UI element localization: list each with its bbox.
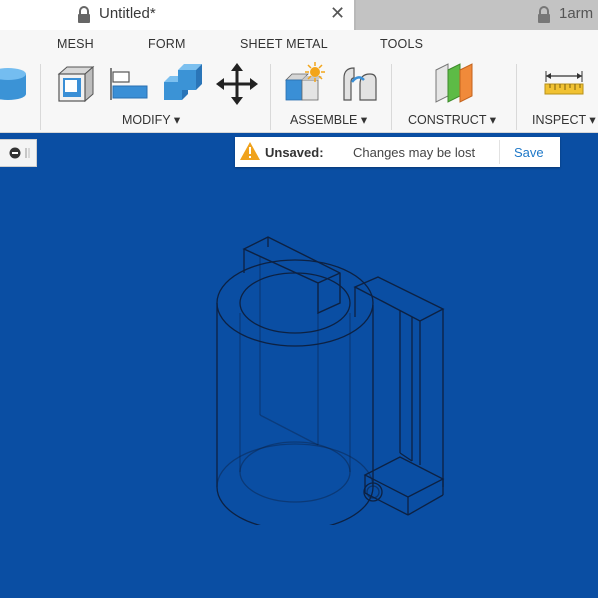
tab-title: Untitled*: [99, 5, 156, 22]
menu-tools[interactable]: TOOLS: [380, 37, 423, 51]
cylinder-icon[interactable]: [0, 66, 30, 102]
joint-icon[interactable]: [338, 64, 380, 104]
document-tab-bar: Untitled* ✕ 1arm: [0, 0, 598, 30]
menu-mesh[interactable]: MESH: [57, 37, 94, 51]
menu-form[interactable]: FORM: [148, 37, 186, 51]
unsaved-message: Changes may be lost: [353, 145, 476, 160]
warning-icon: [240, 142, 260, 160]
assemble-label: ASSEMBLE: [290, 113, 358, 127]
tab-untitled[interactable]: Untitled* ✕: [0, 0, 354, 30]
lock-icon: [78, 6, 90, 23]
unsaved-label: Unsaved:: [265, 145, 324, 160]
tab-title: 1arm: [559, 5, 594, 22]
menu-sheet-metal[interactable]: SHEET METAL: [240, 37, 328, 51]
move-icon[interactable]: [216, 63, 258, 105]
modify-label: MODIFY: [122, 113, 171, 127]
save-link[interactable]: Save: [514, 145, 544, 160]
offset-plane-icon[interactable]: [432, 62, 476, 104]
browser-toggle-button[interactable]: [0, 139, 37, 167]
assemble-dropdown[interactable]: ASSEMBLE ▾: [290, 112, 367, 127]
separator: [499, 140, 500, 164]
inspect-dropdown[interactable]: INSPECT ▾: [532, 112, 596, 127]
separator: [40, 64, 41, 130]
measure-icon[interactable]: [544, 70, 586, 98]
separator: [391, 64, 392, 130]
mug-wireframe-model[interactable]: [200, 225, 460, 525]
ribbon-toolbar: MESH FORM SHEET METAL TOOLS MODIFY ▾ ASS…: [0, 30, 598, 133]
combine-icon[interactable]: [160, 62, 206, 104]
close-icon[interactable]: ✕: [330, 3, 345, 24]
align-icon[interactable]: [108, 66, 150, 102]
separator: [516, 64, 517, 130]
new-component-icon[interactable]: [282, 62, 326, 106]
separator: [270, 64, 271, 130]
unsaved-notice: Unsaved: Changes may be lost Save: [235, 137, 560, 167]
modify-dropdown[interactable]: MODIFY ▾: [122, 112, 180, 127]
construct-dropdown[interactable]: CONSTRUCT ▾: [408, 112, 496, 127]
construct-label: CONSTRUCT: [408, 113, 487, 127]
tab-1arm[interactable]: 1arm: [356, 0, 598, 30]
minus-circle-icon: [9, 147, 30, 159]
press-pull-icon[interactable]: [53, 64, 97, 104]
lock-icon: [538, 6, 550, 23]
inspect-label: INSPECT: [532, 113, 586, 127]
